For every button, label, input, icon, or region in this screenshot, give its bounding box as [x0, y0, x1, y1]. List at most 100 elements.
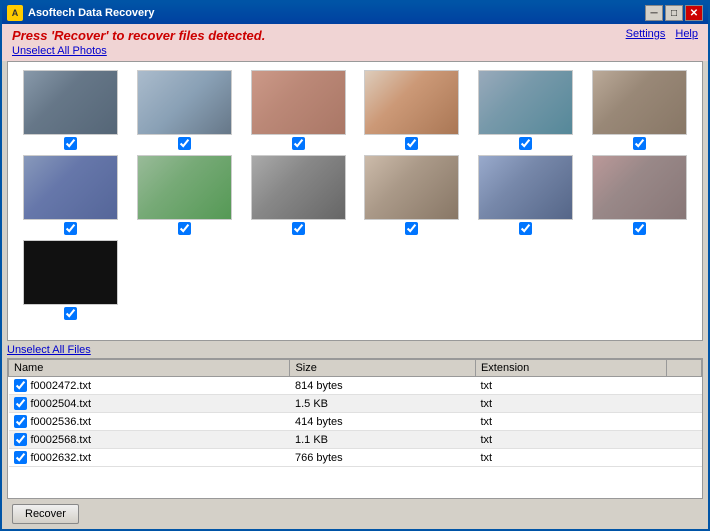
titlebar-left: A Asoftech Data Recovery — [7, 5, 155, 21]
photo-checkbox[interactable] — [519, 137, 532, 150]
titlebar-buttons: ─ □ ✕ — [645, 5, 703, 21]
files-table-container[interactable]: Name Size Extension f0002472.txt 814 byte… — [7, 358, 703, 499]
photo-item — [130, 155, 239, 235]
photo-item — [585, 70, 694, 150]
photo-checkbox[interactable] — [178, 222, 191, 235]
file-extra — [666, 431, 701, 449]
photo-thumbnail — [251, 155, 346, 220]
photo-checkbox[interactable] — [292, 137, 305, 150]
photo-thumbnail — [23, 70, 118, 135]
table-row: f0002632.txt 766 bytestxt — [9, 449, 702, 467]
photo-item — [244, 70, 353, 150]
file-checkbox[interactable] — [14, 433, 27, 446]
photo-thumbnail — [23, 240, 118, 305]
file-size: 414 bytes — [290, 413, 475, 431]
file-size: 766 bytes — [290, 449, 475, 467]
photo-thumbnail — [137, 70, 232, 135]
photo-checkbox[interactable] — [178, 137, 191, 150]
file-extension: txt — [475, 413, 666, 431]
col-size: Size — [290, 360, 475, 377]
photo-checkbox[interactable] — [64, 137, 77, 150]
file-size: 1.5 KB — [290, 395, 475, 413]
file-name-cell: f0002632.txt — [9, 449, 290, 467]
help-link[interactable]: Help — [675, 28, 698, 40]
file-checkbox[interactable] — [14, 415, 27, 428]
photo-checkbox[interactable] — [405, 222, 418, 235]
file-size: 1.1 KB — [290, 431, 475, 449]
files-table: Name Size Extension f0002472.txt 814 byte… — [8, 359, 702, 467]
close-button[interactable]: ✕ — [685, 5, 703, 21]
photo-checkbox[interactable] — [519, 222, 532, 235]
table-row: f0002504.txt 1.5 KBtxt — [9, 395, 702, 413]
table-row: f0002568.txt 1.1 KBtxt — [9, 431, 702, 449]
file-extension: txt — [475, 449, 666, 467]
file-size: 814 bytes — [290, 377, 475, 395]
file-checkbox[interactable] — [14, 397, 27, 410]
file-extension: txt — [475, 377, 666, 395]
photo-item — [130, 70, 239, 150]
app-icon: A — [7, 5, 23, 21]
photo-thumbnail — [592, 70, 687, 135]
files-section: Unselect All Files Name Size Extension f… — [7, 341, 703, 499]
unselect-all-photos-link[interactable]: Unselect All Photos — [12, 45, 107, 57]
photo-checkbox[interactable] — [64, 307, 77, 320]
settings-link[interactable]: Settings — [626, 28, 666, 40]
file-extra — [666, 377, 701, 395]
photo-checkbox[interactable] — [292, 222, 305, 235]
photo-thumbnail — [592, 155, 687, 220]
photos-grid — [8, 62, 702, 328]
photo-checkbox[interactable] — [405, 137, 418, 150]
col-extension: Extension — [475, 360, 666, 377]
table-row: f0002472.txt 814 bytestxt — [9, 377, 702, 395]
photo-item — [471, 70, 580, 150]
photo-item — [358, 155, 467, 235]
photo-checkbox[interactable] — [633, 137, 646, 150]
file-checkbox[interactable] — [14, 379, 27, 392]
photo-checkbox[interactable] — [64, 222, 77, 235]
file-name-cell: f0002472.txt — [9, 377, 290, 395]
photo-thumbnail — [23, 155, 118, 220]
photo-item — [585, 155, 694, 235]
main-window: A Asoftech Data Recovery ─ □ ✕ Press 'Re… — [0, 0, 710, 531]
file-name: f0002504.txt — [31, 398, 92, 410]
minimize-button[interactable]: ─ — [645, 5, 663, 21]
photo-thumbnail — [364, 155, 459, 220]
table-row: f0002536.txt 414 bytestxt — [9, 413, 702, 431]
top-bar-left: Press 'Recover' to recover files detecte… — [12, 28, 265, 57]
bottom-bar: Recover — [2, 499, 708, 529]
file-name-cell: f0002504.txt — [9, 395, 290, 413]
file-extension: txt — [475, 395, 666, 413]
photo-item — [16, 155, 125, 235]
recover-button[interactable]: Recover — [12, 504, 79, 524]
photo-thumbnail — [137, 155, 232, 220]
file-name: f0002536.txt — [31, 416, 92, 428]
photo-item — [16, 70, 125, 150]
top-bar: Press 'Recover' to recover files detecte… — [2, 24, 708, 61]
content-area: Press 'Recover' to recover files detecte… — [2, 24, 708, 529]
file-extra — [666, 449, 701, 467]
photo-thumbnail — [478, 155, 573, 220]
photos-section[interactable] — [7, 61, 703, 341]
photo-item — [244, 155, 353, 235]
file-name: f0002632.txt — [31, 452, 92, 464]
unselect-all-files-link[interactable]: Unselect All Files — [7, 341, 703, 358]
photo-checkbox[interactable] — [633, 222, 646, 235]
photo-thumbnail — [251, 70, 346, 135]
file-extra — [666, 413, 701, 431]
photo-item — [16, 240, 125, 320]
file-extension: txt — [475, 431, 666, 449]
photo-item — [358, 70, 467, 150]
file-name: f0002472.txt — [31, 380, 92, 392]
photo-thumbnail — [364, 70, 459, 135]
col-extra — [666, 360, 701, 377]
file-checkbox[interactable] — [14, 451, 27, 464]
file-name-cell: f0002536.txt — [9, 413, 290, 431]
file-extra — [666, 395, 701, 413]
file-name: f0002568.txt — [31, 434, 92, 446]
file-name-cell: f0002568.txt — [9, 431, 290, 449]
prompt-text: Press 'Recover' to recover files detecte… — [12, 28, 265, 43]
window-title: Asoftech Data Recovery — [28, 7, 155, 19]
maximize-button[interactable]: □ — [665, 5, 683, 21]
table-header-row: Name Size Extension — [9, 360, 702, 377]
col-name: Name — [9, 360, 290, 377]
